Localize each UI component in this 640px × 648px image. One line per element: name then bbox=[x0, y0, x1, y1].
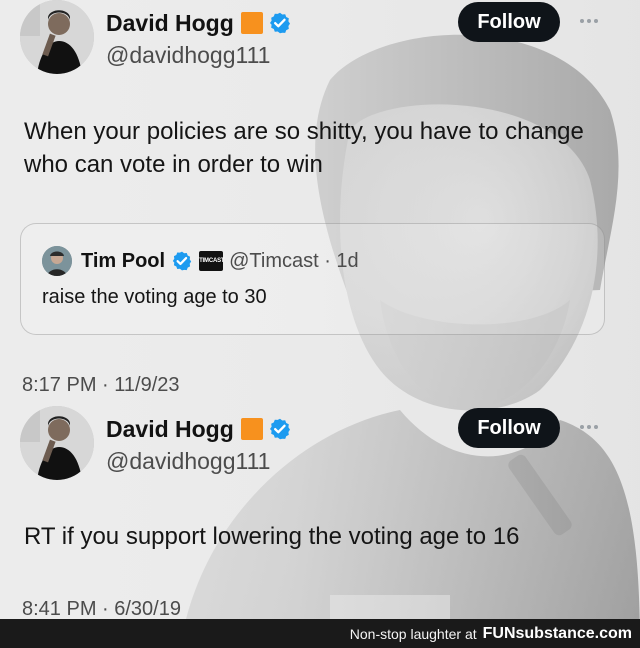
follow-button[interactable]: Follow bbox=[458, 408, 560, 448]
david-hogg-avatar[interactable] bbox=[20, 0, 94, 74]
footer-brand[interactable]: FUNsubstance.com bbox=[483, 625, 632, 643]
tweet-2-timestamp[interactable]: 8:41 PM · 6/30/19 bbox=[22, 598, 181, 621]
quoted-handle-time: @Timcast · 1d bbox=[229, 249, 359, 272]
more-options-icon[interactable] bbox=[576, 418, 602, 436]
quoted-author-name[interactable]: Tim Pool bbox=[81, 250, 165, 273]
tweet-2-header: David Hogg @davidhogg111 Follow bbox=[20, 406, 620, 486]
david-hogg-avatar[interactable] bbox=[20, 406, 94, 480]
verified-badge-icon bbox=[269, 418, 290, 440]
author-handle[interactable]: @davidhogg111 bbox=[106, 448, 270, 475]
tim-pool-avatar bbox=[42, 246, 72, 276]
author-name[interactable]: David Hogg bbox=[106, 416, 234, 443]
tweet-2-name-row: David Hogg bbox=[106, 414, 292, 444]
orange-square-emoji bbox=[240, 12, 263, 34]
author-handle[interactable]: @davidhogg111 bbox=[106, 42, 270, 69]
tweet-2-text: RT if you support lowering the voting ag… bbox=[24, 523, 520, 550]
orange-square-emoji bbox=[240, 418, 263, 440]
verified-badge-icon bbox=[269, 12, 290, 34]
verified-badge-icon bbox=[172, 251, 192, 271]
quoted-tweet-text: raise the voting age to 30 bbox=[42, 286, 267, 308]
watermark-footer: Non-stop laughter at FUNsubstance.com bbox=[0, 619, 640, 648]
tweet-1-name-row: David Hogg bbox=[106, 8, 292, 38]
author-name[interactable]: David Hogg bbox=[106, 10, 234, 37]
timcast-affiliate-badge: TIMCAST bbox=[199, 251, 225, 271]
more-options-icon[interactable] bbox=[576, 12, 602, 30]
quoted-tweet-card[interactable]: Tim Pool TIMCAST @Timcast · 1d raise the… bbox=[20, 223, 605, 335]
follow-button[interactable]: Follow bbox=[458, 2, 560, 42]
footer-text: Non-stop laughter at bbox=[349, 625, 477, 642]
quoted-tweet-header: Tim Pool TIMCAST @Timcast · 1d bbox=[81, 246, 359, 276]
tweet-1-header: David Hogg @davidhogg111 Follow bbox=[20, 0, 620, 80]
tweet-1-text: When your policies are so shitty, you ha… bbox=[24, 118, 584, 178]
tweet-1-timestamp[interactable]: 8:17 PM · 11/9/23 bbox=[22, 374, 180, 397]
